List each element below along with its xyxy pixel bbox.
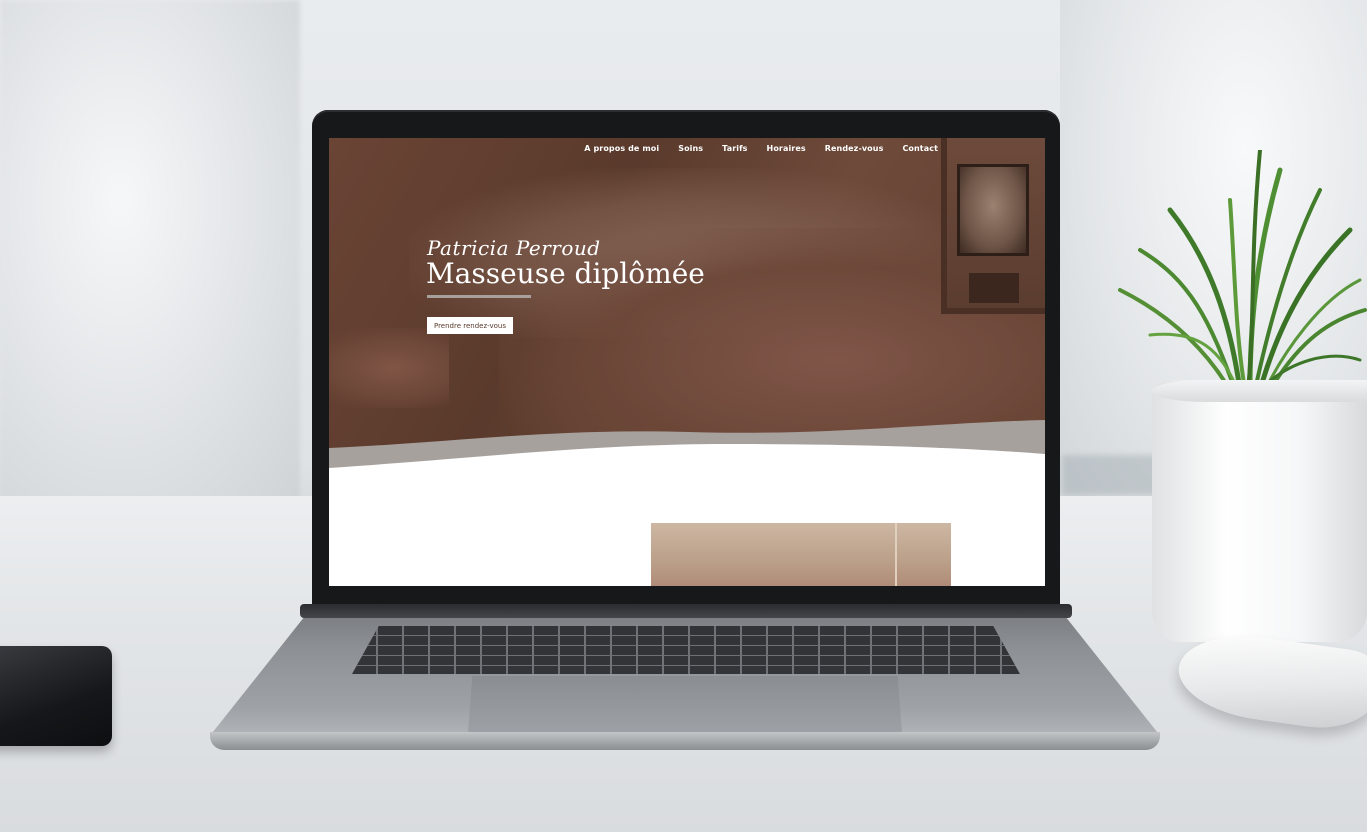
nav-item-about[interactable]: A propos de moi <box>584 144 659 153</box>
laptop-screen: A propos de moi Soins Tarifs Horaires Re… <box>329 138 1045 586</box>
nav-item-horaires[interactable]: Horaires <box>767 144 806 153</box>
hero-divider <box>427 295 531 298</box>
laptop-hinge <box>300 604 1072 618</box>
background-window-left <box>0 0 300 500</box>
nav-item-contact[interactable]: Contact <box>902 144 938 153</box>
nav-item-soins[interactable]: Soins <box>678 144 703 153</box>
potted-plant-icon <box>1152 380 1367 642</box>
pot-rim <box>1152 380 1367 402</box>
scene: A propos de moi Soins Tarifs Horaires Re… <box>0 0 1367 832</box>
smartphone-icon <box>0 646 112 746</box>
laptop-base-edge <box>210 732 1160 750</box>
book-appointment-button[interactable]: Prendre rendez-vous <box>427 317 513 334</box>
nav-item-rendez-vous[interactable]: Rendez-vous <box>825 144 884 153</box>
keyboard-rows <box>352 626 1020 674</box>
content-image-detail <box>895 523 897 586</box>
hero-finger <box>329 328 449 408</box>
hero-wave-divider <box>329 420 1045 478</box>
buddha-icon <box>957 164 1029 256</box>
nav-item-tarifs[interactable]: Tarifs <box>722 144 747 153</box>
content-image <box>651 523 951 586</box>
buddha-stand <box>969 273 1019 303</box>
plant-leaves <box>1118 150 1367 393</box>
laptop-trackpad <box>468 676 902 732</box>
hero-title: Masseuse diplômée <box>426 257 705 290</box>
main-navigation: A propos de moi Soins Tarifs Horaires Re… <box>584 144 938 153</box>
